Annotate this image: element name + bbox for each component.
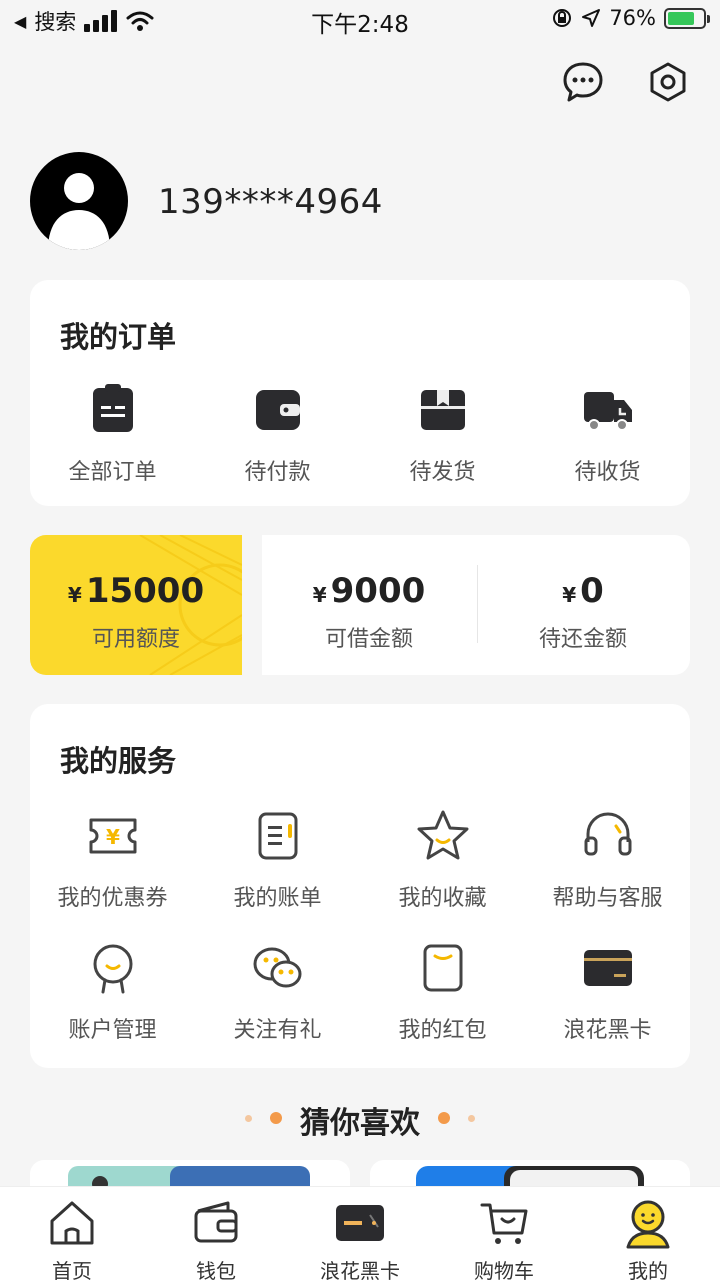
status-bar: ◀ 搜索 下午2:48 76% (0, 0, 720, 40)
tab-home-label: 首页 (52, 1259, 92, 1280)
black-card-icon (336, 1205, 384, 1241)
tab-cart-label: 购物车 (474, 1259, 534, 1280)
service-coupon-button[interactable]: ¥ 我的优惠券 (30, 806, 195, 912)
credit-details-card: ¥9000 可借金额 ¥0 待还金额 (262, 535, 690, 675)
divider (477, 565, 478, 643)
user-silhouette-icon (48, 173, 110, 250)
svg-text:¥: ¥ (106, 825, 120, 849)
repay-label: 待还金额 (538, 627, 627, 652)
tab-wallet-label: 钱包 (196, 1259, 236, 1280)
service-help-label: 帮助与客服 (552, 886, 663, 911)
profile-icon (626, 1200, 670, 1249)
available-credit-card[interactable]: ¥15000 可用额度 (30, 535, 242, 675)
service-bill-button[interactable]: 我的账单 (195, 806, 360, 912)
settings-icon[interactable] (646, 60, 690, 104)
lock-rotation-icon (553, 9, 572, 27)
red-packet-icon (423, 944, 462, 992)
available-credit-amount: ¥15000 (67, 571, 205, 611)
available-credit: ¥15000 可用额度 (30, 571, 242, 653)
wallet-icon (194, 1201, 238, 1243)
tab-profile-label: 我的 (628, 1259, 668, 1280)
borrowable-amount-button[interactable]: ¥9000 可借金额 (262, 571, 476, 653)
order-all-button[interactable]: 全部订单 (30, 380, 195, 486)
decor-dot (468, 1115, 475, 1122)
tab-black-card[interactable]: 浪花黑卡 (288, 1197, 432, 1280)
order-unpaid-button[interactable]: 待付款 (195, 380, 360, 486)
home-icon (50, 1201, 94, 1245)
tab-bar: 首页 钱包 浪花黑卡 购物车 我的 (0, 1186, 720, 1280)
service-black-card-label: 浪花黑卡 (563, 1018, 652, 1043)
user-phone: 139****4964 (158, 182, 383, 222)
recommend-title: 猜你喜欢 (300, 1106, 420, 1141)
tab-wallet[interactable]: 钱包 (144, 1197, 288, 1280)
service-help-button[interactable]: 帮助与客服 (525, 806, 690, 912)
black-card-icon (583, 950, 632, 986)
tab-black-card-label: 浪花黑卡 (320, 1259, 400, 1280)
service-follow-label: 关注有礼 (233, 1018, 322, 1043)
truck-icon (583, 392, 632, 431)
service-account-label: 账户管理 (68, 1018, 157, 1043)
services-card: 我的服务 ¥ 我的优惠券 我的账单 我的收藏 帮助与客服 账户管理 关注有礼 我… (30, 704, 690, 1068)
repay-amount: ¥0 (562, 571, 604, 611)
message-icon[interactable] (561, 60, 605, 104)
order-unshipped-label: 待发货 (409, 460, 476, 485)
star-icon (417, 810, 468, 860)
service-favorites-label: 我的收藏 (398, 886, 487, 911)
battery-icon (664, 7, 710, 29)
borrowable-amount: ¥9000 (312, 571, 426, 611)
orders-card: 我的订单 全部订单 待付款 待发货 待收货 (30, 280, 690, 506)
status-right: 76% (551, 6, 710, 30)
service-account-button[interactable]: 账户管理 (30, 938, 195, 1044)
coupon-icon: ¥ (89, 818, 136, 854)
avatar[interactable] (30, 152, 128, 250)
service-bill-label: 我的账单 (233, 886, 322, 911)
services-title: 我的服务 (60, 744, 177, 778)
tab-profile[interactable]: 我的 (576, 1197, 720, 1280)
service-red-packet-label: 我的红包 (398, 1018, 487, 1043)
tab-home[interactable]: 首页 (0, 1197, 144, 1280)
borrowable-label: 可借金额 (324, 627, 413, 652)
order-unreceived-label: 待收货 (574, 460, 641, 485)
battery-percent: 76% (609, 6, 656, 30)
service-follow-button[interactable]: 关注有礼 (195, 938, 360, 1044)
decor-dot (438, 1112, 450, 1124)
clipboard-icon (92, 384, 133, 432)
tab-cart[interactable]: 购物车 (432, 1197, 576, 1280)
order-all-label: 全部订单 (68, 460, 157, 485)
repay-amount-button[interactable]: ¥0 待还金额 (476, 571, 690, 653)
wechat-icon (253, 947, 301, 988)
available-credit-label: 可用额度 (91, 627, 180, 652)
order-unshipped-button[interactable]: 待发货 (360, 380, 525, 486)
order-unpaid-label: 待付款 (244, 460, 311, 485)
account-icon (93, 944, 132, 994)
box-icon (420, 390, 465, 430)
cart-icon (480, 1203, 528, 1244)
service-red-packet-button[interactable]: 我的红包 (360, 938, 525, 1044)
bill-icon (258, 812, 297, 860)
service-favorites-button[interactable]: 我的收藏 (360, 806, 525, 912)
order-unreceived-button[interactable]: 待收货 (525, 380, 690, 486)
location-icon (582, 9, 601, 27)
service-black-card-button[interactable]: 浪花黑卡 (525, 938, 690, 1044)
orders-title: 我的订单 (60, 320, 177, 354)
service-coupon-label: 我的优惠券 (57, 886, 168, 911)
headset-icon (584, 812, 631, 856)
wallet-icon (255, 390, 300, 430)
